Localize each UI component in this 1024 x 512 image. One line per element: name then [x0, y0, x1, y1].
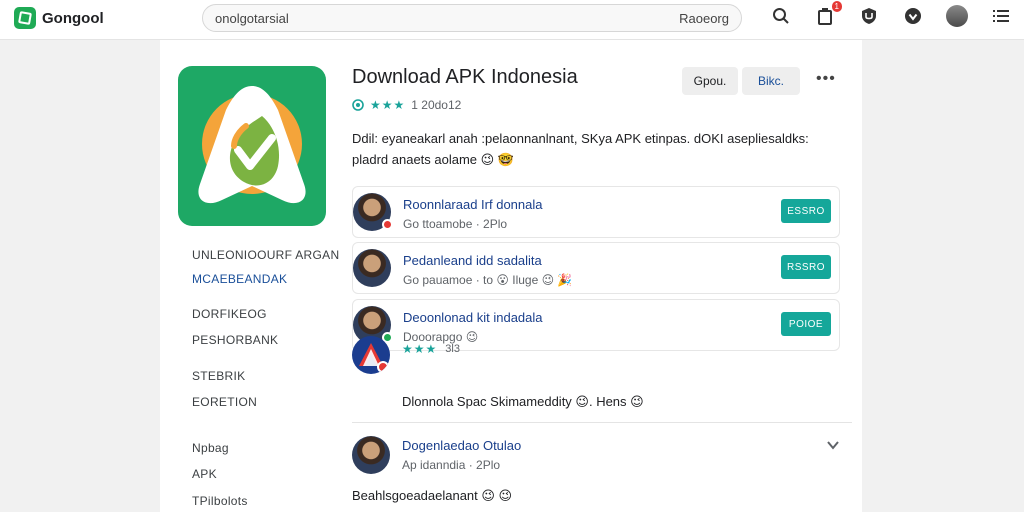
comment-author[interactable]: Dogenlaedao Otulao — [402, 438, 521, 453]
nav-item-active[interactable]: MCAEBEANDAK — [192, 272, 287, 286]
search-icon[interactable] — [770, 5, 792, 27]
description-line-1: Ddil: eyaneakarl anah :pelaonnanlnant, S… — [352, 131, 809, 146]
card-subtitle: Go pauamoe · to 😮 Iluge 😉 🎉 — [403, 273, 573, 287]
rating-stars: ★★★ — [370, 98, 406, 112]
favorite-icon[interactable] — [902, 5, 924, 27]
app-badge-icon — [352, 99, 364, 111]
chevron-down-icon[interactable] — [826, 438, 840, 455]
like-button[interactable]: Bikc. — [742, 67, 800, 95]
review-stars: ★★★ — [402, 342, 438, 356]
comment-meta: Ap idanndia · 2Plo — [402, 458, 501, 472]
divider — [352, 422, 852, 423]
nav-item[interactable]: Npbag — [192, 441, 229, 455]
card-action-button[interactable]: ESSRO — [781, 199, 831, 223]
app-logo-icon — [178, 66, 326, 226]
search-bar[interactable]: Raoeorg — [202, 4, 742, 32]
nav-item[interactable]: PESHORBANK — [192, 333, 278, 347]
review-text: Dlonnola Spac Skimameddity 😉. Hens 😉 — [402, 394, 644, 409]
nav-item[interactable]: TPilbolots — [192, 494, 248, 508]
developer-avatar — [353, 193, 393, 231]
notification-badge: 1 — [831, 1, 842, 12]
commenter-avatar — [352, 436, 390, 474]
description-line-2: pladrd anaets aolame 😉 🤓 — [352, 152, 514, 167]
menu-icon[interactable] — [990, 5, 1012, 27]
logo-icon — [14, 7, 36, 29]
search-input[interactable] — [215, 10, 680, 26]
download-card[interactable]: Roonnlaraad Irf donnala Go ttoamobe · 2P… — [352, 186, 840, 238]
card-title[interactable]: Roonnlaraad Irf donnala — [403, 197, 543, 212]
developer-avatar — [353, 249, 391, 287]
top-bar: Gongool Raoeorg 1 — [0, 0, 1024, 40]
app-description: Ddil: eyaneakarl anah :pelaonnanlnant, S… — [352, 128, 842, 170]
nav-item[interactable]: UNLEONIOOURF ARGAN — [192, 248, 339, 262]
card-title[interactable]: Deoonlonad kit indadala — [403, 310, 543, 325]
status-dot — [382, 219, 393, 230]
shield-icon[interactable] — [858, 5, 880, 27]
search-suggestion[interactable]: Raoeorg — [679, 11, 729, 26]
top-icons: 1 — [770, 1, 1012, 27]
share-button[interactable]: Gpou. — [682, 67, 738, 95]
more-options-icon[interactable]: ••• — [816, 70, 836, 88]
nav-item[interactable]: STEBRIK — [192, 369, 245, 383]
nav-item[interactable]: DORFIKEOG — [192, 307, 267, 321]
card-subtitle: Go ttoamobe · 2Plo — [403, 217, 508, 231]
review-rating: ★★★ 3l3 — [402, 342, 460, 356]
rating-row: ★★★ 1 20do12 — [352, 98, 461, 112]
card-action-button[interactable]: POIOE — [781, 312, 831, 336]
rating-text: 1 20do12 — [411, 98, 462, 112]
card-title[interactable]: Pedanleand idd sadalita — [403, 253, 542, 268]
nav-item[interactable]: APK — [192, 467, 217, 481]
user-avatar[interactable] — [946, 5, 968, 27]
logo[interactable]: Gongool — [14, 7, 104, 29]
download-card[interactable]: Pedanleand idd sadalita Go pauamoe · to … — [352, 242, 840, 294]
nav-item[interactable]: EORETION — [192, 395, 257, 409]
comment-text: Beahlsgoeadaelanant 😉 😉 — [352, 488, 513, 503]
review-count: 3l3 — [445, 343, 460, 355]
app-detail-panel: UNLEONIOOURF ARGAN MCAEBEANDAK DORFIKEOG… — [160, 40, 862, 512]
logo-text: Gongool — [42, 9, 104, 27]
app-title: Download APK Indonesia — [352, 66, 578, 88]
notifications-icon[interactable]: 1 — [814, 1, 842, 27]
reviewer-logo-icon — [352, 336, 390, 374]
card-action-button[interactable]: RSSRO — [781, 255, 831, 279]
